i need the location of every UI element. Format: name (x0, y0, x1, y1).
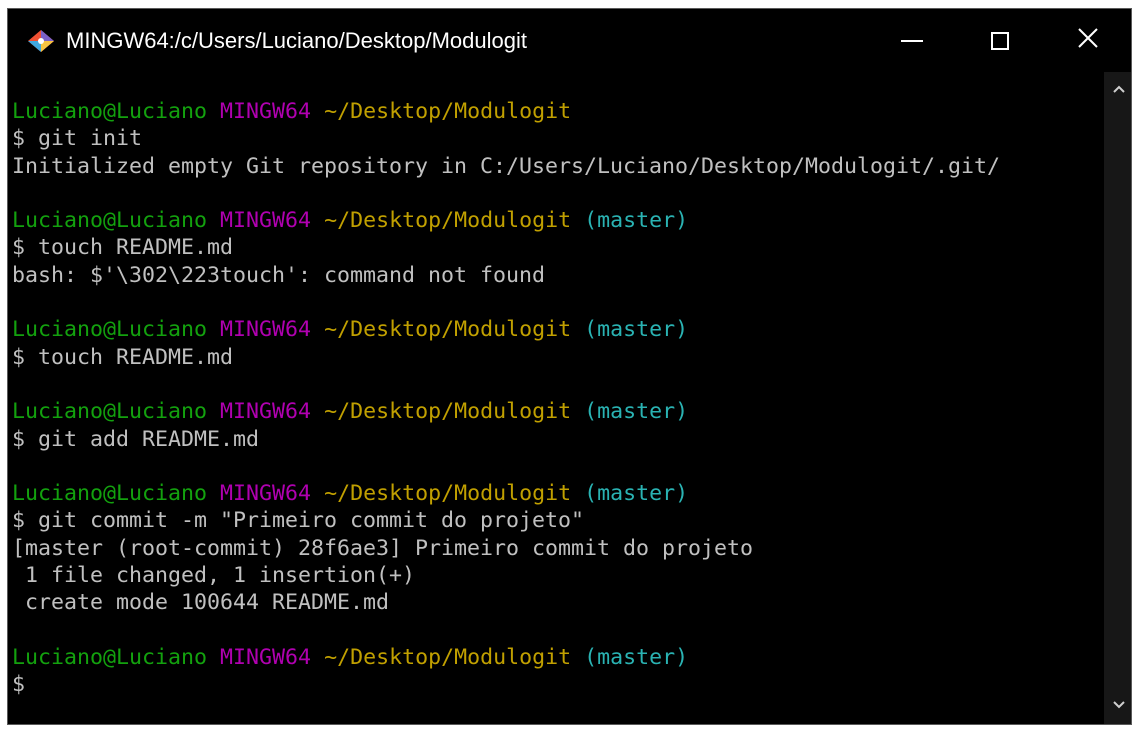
terminal-line: Initialized empty Git repository in C:/U… (12, 153, 1000, 180)
terminal-line: $ (12, 671, 1000, 698)
minimize-button[interactable] (872, 9, 952, 72)
terminal-line: Luciano@Luciano MINGW64 ~/Desktop/Modulo… (12, 316, 1000, 343)
close-icon (1077, 27, 1099, 54)
terminal-text-plain (207, 208, 220, 233)
terminal-text-path: ~/Desktop/Modulogit (324, 208, 572, 234)
terminal-window: MINGW64:/c/Users/Luciano/Desktop/Modulog… (7, 8, 1132, 725)
terminal-text-plain (207, 317, 220, 342)
terminal-line: $ git add README.md (12, 426, 1000, 453)
maximize-button[interactable] (960, 9, 1040, 72)
terminal-text-plain (207, 645, 220, 670)
terminal-text-plain: bash: $'\302\223touch': command not foun… (12, 262, 546, 288)
minimize-icon (901, 39, 923, 42)
terminal-text-plain (207, 399, 220, 424)
terminal-line: $ touch README.md (12, 344, 1000, 371)
terminal-text-plain (571, 481, 584, 506)
terminal-text-user: Luciano@Luciano (12, 399, 208, 425)
terminal-line: 1 file changed, 1 insertion(+) (12, 562, 1000, 589)
terminal-text-plain (207, 99, 220, 124)
terminal-text-branch: (master) (584, 644, 689, 670)
terminal-text-plain: [master (root-commit) 28f6ae3] Primeiro … (12, 535, 754, 561)
terminal-text-plain (571, 317, 584, 342)
terminal-text-plain (311, 208, 324, 233)
window-title: MINGW64:/c/Users/Luciano/Desktop/Modulog… (66, 28, 527, 53)
terminal-text-host: MINGW64 (220, 99, 312, 124)
terminal-text-plain: $ git add README.md (12, 426, 260, 452)
terminal-text-host: MINGW64 (220, 644, 312, 670)
terminal-text-plain (311, 645, 324, 670)
terminal-text-path: ~/Desktop/Modulogit (324, 644, 572, 670)
terminal-text-plain (207, 481, 220, 506)
terminal-text-plain (571, 399, 584, 424)
terminal-text-plain: create mode 100644 README.md (12, 590, 390, 616)
terminal-text-branch: (master) (584, 399, 689, 425)
terminal-text-plain (311, 317, 324, 342)
terminal-line: Luciano@Luciano MINGW64 ~/Desktop/Modulo… (12, 98, 1000, 125)
terminal-text-branch: (master) (584, 481, 689, 507)
terminal-text-host: MINGW64 (220, 208, 312, 234)
scroll-thumb[interactable] (1111, 108, 1126, 688)
scroll-up-button[interactable] (1104, 76, 1131, 104)
terminal-text-plain: $ git commit -m "Primeiro commit do proj… (12, 508, 585, 534)
terminal-line: Luciano@Luciano MINGW64 ~/Desktop/Modulo… (12, 207, 1000, 234)
terminal-text-plain: 1 file changed, 1 insertion(+) (12, 563, 416, 589)
terminal-text-plain (311, 481, 324, 506)
terminal-line: create mode 100644 README.md (12, 589, 1000, 616)
chevron-up-icon (1112, 81, 1126, 99)
terminal-text-host: MINGW64 (220, 399, 312, 425)
terminal-text-user: Luciano@Luciano (12, 317, 208, 343)
chevron-down-icon (1112, 697, 1126, 715)
terminal-text-plain: $ touch README.md (12, 344, 234, 370)
vertical-scrollbar[interactable] (1104, 72, 1131, 724)
terminal-text-plain: $ git init (12, 126, 143, 152)
terminal-line: Luciano@Luciano MINGW64 ~/Desktop/Modulo… (12, 480, 1000, 507)
terminal-text-plain: $ (12, 672, 26, 698)
terminal-text-user: Luciano@Luciano (12, 644, 208, 670)
maximize-icon (991, 31, 1009, 50)
terminal-text-host: MINGW64 (220, 481, 312, 507)
terminal-text-user: Luciano@Luciano (12, 208, 208, 234)
title-bar[interactable]: MINGW64:/c/Users/Luciano/Desktop/Modulog… (8, 9, 1131, 72)
terminal-text-plain: Initialized empty Git repository in C:/U… (12, 153, 1001, 179)
terminal-line: bash: $'\302\223touch': command not foun… (12, 262, 1000, 289)
terminal-lines: Luciano@Luciano MINGW64 ~/Desktop/Modulo… (12, 98, 1000, 699)
terminal-text-path: ~/Desktop/Modulogit (324, 399, 572, 425)
git-bash-icon[interactable] (27, 29, 55, 53)
terminal-text-path: ~/Desktop/Modulogit (324, 99, 572, 124)
terminal-line: $ git commit -m "Primeiro commit do proj… (12, 507, 1000, 534)
terminal-text-user: Luciano@Luciano (12, 481, 208, 507)
terminal-text-plain: $ touch README.md (12, 235, 234, 261)
terminal-line: $ git init (12, 125, 1000, 152)
scroll-down-button[interactable] (1104, 692, 1131, 720)
terminal-line: $ touch README.md (12, 234, 1000, 261)
terminal-line: Luciano@Luciano MINGW64 ~/Desktop/Modulo… (12, 398, 1000, 425)
terminal-text-branch: (master) (584, 208, 689, 234)
terminal-text-plain (571, 645, 584, 670)
terminal-output[interactable]: Luciano@Luciano MINGW64 ~/Desktop/Modulo… (8, 72, 1104, 724)
terminal-text-user: Luciano@Luciano (12, 99, 208, 124)
terminal-text-plain (311, 99, 324, 124)
close-button[interactable] (1048, 9, 1128, 72)
terminal-text-path: ~/Desktop/Modulogit (324, 317, 572, 343)
terminal-line: [master (root-commit) 28f6ae3] Primeiro … (12, 535, 1000, 562)
terminal-line: Luciano@Luciano MINGW64 ~/Desktop/Modulo… (12, 644, 1000, 671)
terminal-text-branch: (master) (584, 317, 689, 343)
terminal-text-path: ~/Desktop/Modulogit (324, 481, 572, 507)
terminal-text-plain (311, 399, 324, 424)
terminal-text-host: MINGW64 (220, 317, 312, 343)
terminal-text-plain (571, 208, 584, 233)
